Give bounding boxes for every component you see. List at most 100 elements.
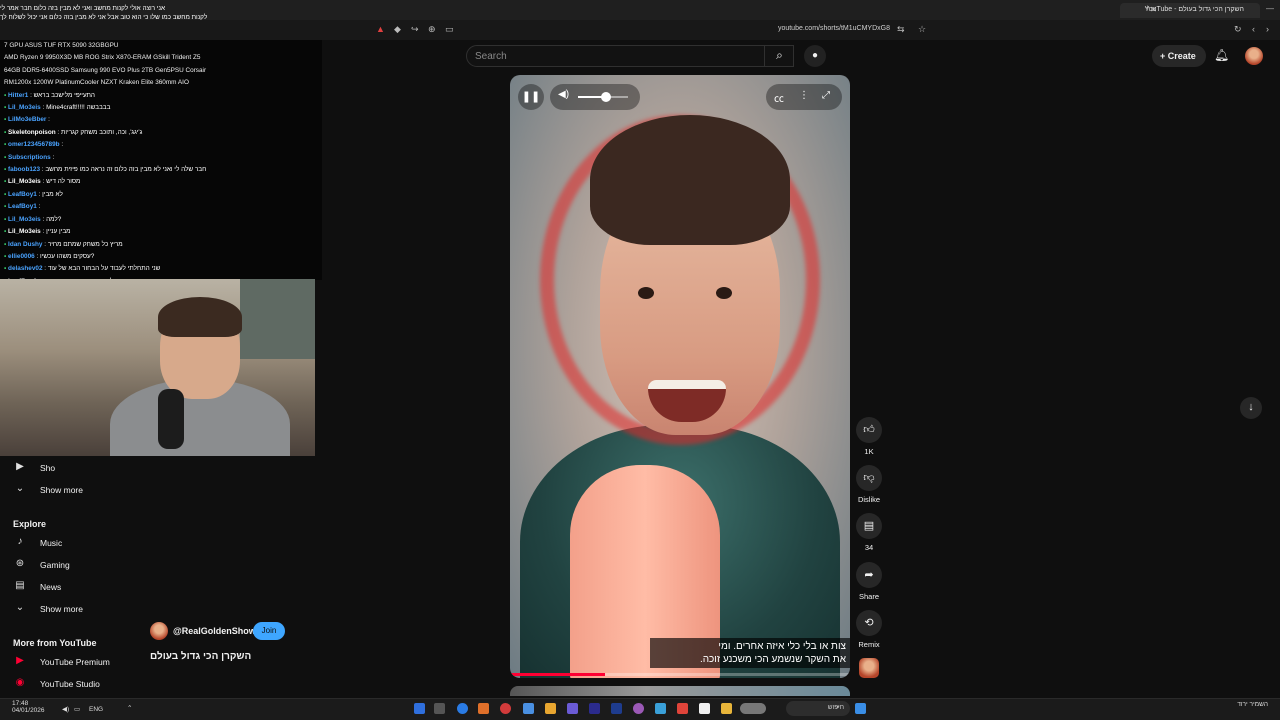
arrow-down-icon[interactable]: ↓ bbox=[1240, 397, 1262, 419]
network-icon[interactable]: ▭ bbox=[74, 705, 80, 713]
taskbar-app-icon[interactable] bbox=[589, 703, 600, 714]
taskbar-app-icon[interactable] bbox=[677, 703, 688, 714]
taskbar-app-icon[interactable] bbox=[567, 703, 578, 714]
weather-widget[interactable]: השמיר ירוד bbox=[1222, 701, 1268, 708]
video-caption: צות או בלי כלי איזה אחרים. ומי את השקר ש… bbox=[650, 638, 850, 668]
video-progress-fill bbox=[510, 673, 606, 676]
translate-icon[interactable]: ⇆ bbox=[897, 24, 905, 35]
webcam-microphone bbox=[158, 389, 184, 449]
zoom-icon[interactable]: ⊕ bbox=[428, 24, 436, 35]
chat-message: ▪ LeafBoy1 : לא מבין bbox=[4, 189, 318, 201]
sidebar-item-news[interactable]: ▤ News bbox=[0, 576, 200, 598]
sidebar-item-music[interactable]: ♪ Music bbox=[0, 532, 200, 554]
chat-username: Lil_Mo3eis bbox=[8, 215, 41, 223]
taskbar-app-icon[interactable] bbox=[611, 703, 622, 714]
dislike-button[interactable]: 👎︎ Dislike bbox=[856, 465, 882, 504]
taskbar-app-icon[interactable] bbox=[434, 703, 445, 714]
taskbar-app-icon[interactable] bbox=[500, 703, 511, 714]
reload-icon[interactable]: ↻ bbox=[1234, 24, 1242, 35]
taskbar-app-icon[interactable] bbox=[633, 703, 644, 714]
chat-text: למה? bbox=[46, 215, 62, 223]
chat-message: ▪ Idan Dushy : מריץ כל משחק שמתם מחיר bbox=[4, 239, 318, 251]
join-button[interactable]: Join bbox=[253, 622, 285, 640]
share-button[interactable]: ➦ Share bbox=[856, 562, 882, 601]
sound-avatar[interactable] bbox=[859, 658, 879, 678]
taskbar-app-icon[interactable] bbox=[523, 703, 534, 714]
chat-text: לא מבין bbox=[42, 190, 63, 198]
chat-separator: : bbox=[46, 116, 50, 124]
back-icon[interactable]: ‹ bbox=[1252, 24, 1255, 34]
video-person-hair bbox=[590, 115, 790, 245]
taskbar-app-icon[interactable] bbox=[457, 703, 468, 714]
chevron-down-icon: ⌄ bbox=[15, 483, 25, 494]
taskbar-search[interactable]: חיפוש bbox=[786, 701, 850, 716]
remix-button[interactable]: ⟲ Remix bbox=[856, 610, 882, 649]
extension-icon[interactable]: ▲ bbox=[376, 24, 385, 34]
extension-icon-2[interactable]: ◆ bbox=[394, 24, 401, 35]
youtube-studio-icon: ◉ bbox=[15, 677, 25, 688]
sidebar-item-label: Music bbox=[40, 538, 63, 548]
captions-icon[interactable]: ㏄ bbox=[774, 90, 784, 105]
sidebar-item-label: YouTube Studio bbox=[40, 679, 100, 689]
channel-handle[interactable]: @RealGoldenShow bbox=[173, 626, 256, 636]
taskbar-app-icon[interactable] bbox=[740, 703, 766, 714]
like-button[interactable]: 👍︎ 1K bbox=[856, 417, 882, 456]
avatar[interactable] bbox=[1245, 47, 1263, 65]
new-tab-icon[interactable]: + bbox=[1145, 3, 1150, 13]
fullscreen-icon[interactable]: ⤢ bbox=[822, 90, 830, 101]
overlay-line: אני רוצה אולי לקנות מחשב ואני לא מבין בז… bbox=[0, 5, 166, 12]
taskbar-app-icon[interactable] bbox=[699, 703, 710, 714]
search-icon[interactable]: ⌕ bbox=[764, 45, 794, 67]
comments-button[interactable]: ▤ 34 bbox=[856, 513, 882, 552]
thumbs-down-icon: 👎︎ bbox=[856, 465, 882, 491]
sidebar-item-gaming[interactable]: ⊛ Gaming bbox=[0, 554, 200, 576]
search-input[interactable]: Search bbox=[466, 45, 794, 67]
speaker-icon[interactable]: ◀) bbox=[62, 705, 69, 713]
more-options-icon[interactable]: ⋮ bbox=[799, 90, 809, 101]
shorts-player[interactable]: ❚❚ ◀) ㏄ ⋮ ⤢ צות או בלי כלי איזה אחרים. ו… bbox=[510, 75, 850, 678]
mic-icon[interactable]: ● bbox=[804, 45, 826, 67]
minimize-icon[interactable]: — bbox=[1266, 4, 1274, 13]
taskbar-app-icon[interactable] bbox=[414, 703, 425, 714]
forward-icon[interactable]: › bbox=[1266, 24, 1269, 34]
taskbar-app-icon[interactable] bbox=[478, 703, 489, 714]
show-more-button[interactable]: ⌄ Show more bbox=[0, 479, 200, 501]
cast-icon[interactable]: ▭ bbox=[445, 24, 454, 35]
volume-control[interactable]: ◀) bbox=[550, 84, 640, 110]
show-more-button[interactable]: ⌄ Show more bbox=[0, 598, 200, 620]
chat-text: חבר שלה לי ואני לא מבין בזה כלום זה נראה… bbox=[45, 166, 207, 174]
windows-start-icon[interactable] bbox=[855, 703, 866, 714]
tab-close-icon[interactable]: ✕ bbox=[1150, 5, 1157, 14]
sidebar-item-label: Gaming bbox=[40, 560, 70, 570]
sidebar-item-shorts[interactable]: ▶ Sho bbox=[0, 457, 200, 479]
clock: 17:48 04/01/2026 bbox=[12, 700, 45, 714]
chat-message: ▪ Lil_Mo3eis : מסור לה דיש bbox=[4, 176, 318, 188]
share-page-icon[interactable]: ↪ bbox=[411, 24, 419, 35]
pause-button[interactable]: ❚❚ bbox=[518, 84, 544, 110]
chat-username: Lil_Mo3eis bbox=[8, 178, 41, 186]
pause-icon: ❚❚ bbox=[521, 91, 541, 103]
sidebar-item-studio[interactable]: ◉ YouTube Studio bbox=[0, 673, 200, 695]
webcam-window bbox=[240, 279, 315, 359]
taskbar-app-icon[interactable] bbox=[545, 703, 556, 714]
chat-text: עסקים משהו עכשיו? bbox=[40, 252, 95, 260]
taskbar-app-icon[interactable] bbox=[655, 703, 666, 714]
volume-knob[interactable] bbox=[600, 92, 611, 102]
create-button[interactable]: + Create bbox=[1152, 45, 1206, 67]
video-progress-bar[interactable] bbox=[510, 673, 850, 676]
chat-text: ג'יגג', וכה, ותוכב משחק קגריות bbox=[60, 128, 143, 136]
chat-message: ▪ omer123456789b : bbox=[4, 139, 318, 151]
chat-username: LilMo3eBber bbox=[8, 116, 47, 124]
taskbar-app-icon[interactable] bbox=[721, 703, 732, 714]
next-short-preview[interactable] bbox=[510, 686, 850, 696]
language-indicator[interactable]: ENG bbox=[89, 706, 103, 713]
url-text[interactable]: youtube.com/shorts/tM1uCMYDxG8 bbox=[778, 25, 890, 32]
channel-avatar[interactable] bbox=[150, 622, 168, 640]
chat-pc-line: 7 GPU ASUS TUF RTX 5090 32GBGPU bbox=[4, 42, 119, 49]
video-title[interactable]: השקרן הכי גדול בעולם bbox=[150, 651, 350, 662]
create-label: Create bbox=[1167, 51, 1196, 61]
browser-tab[interactable]: השקרן הכי גדול בעולם - YouTube bbox=[1120, 3, 1260, 18]
bookmark-icon[interactable]: ☆ bbox=[918, 24, 926, 35]
chevron-up-icon[interactable]: ⌃ bbox=[127, 704, 132, 712]
bell-icon[interactable]: 🔔︎ bbox=[1214, 48, 1229, 62]
